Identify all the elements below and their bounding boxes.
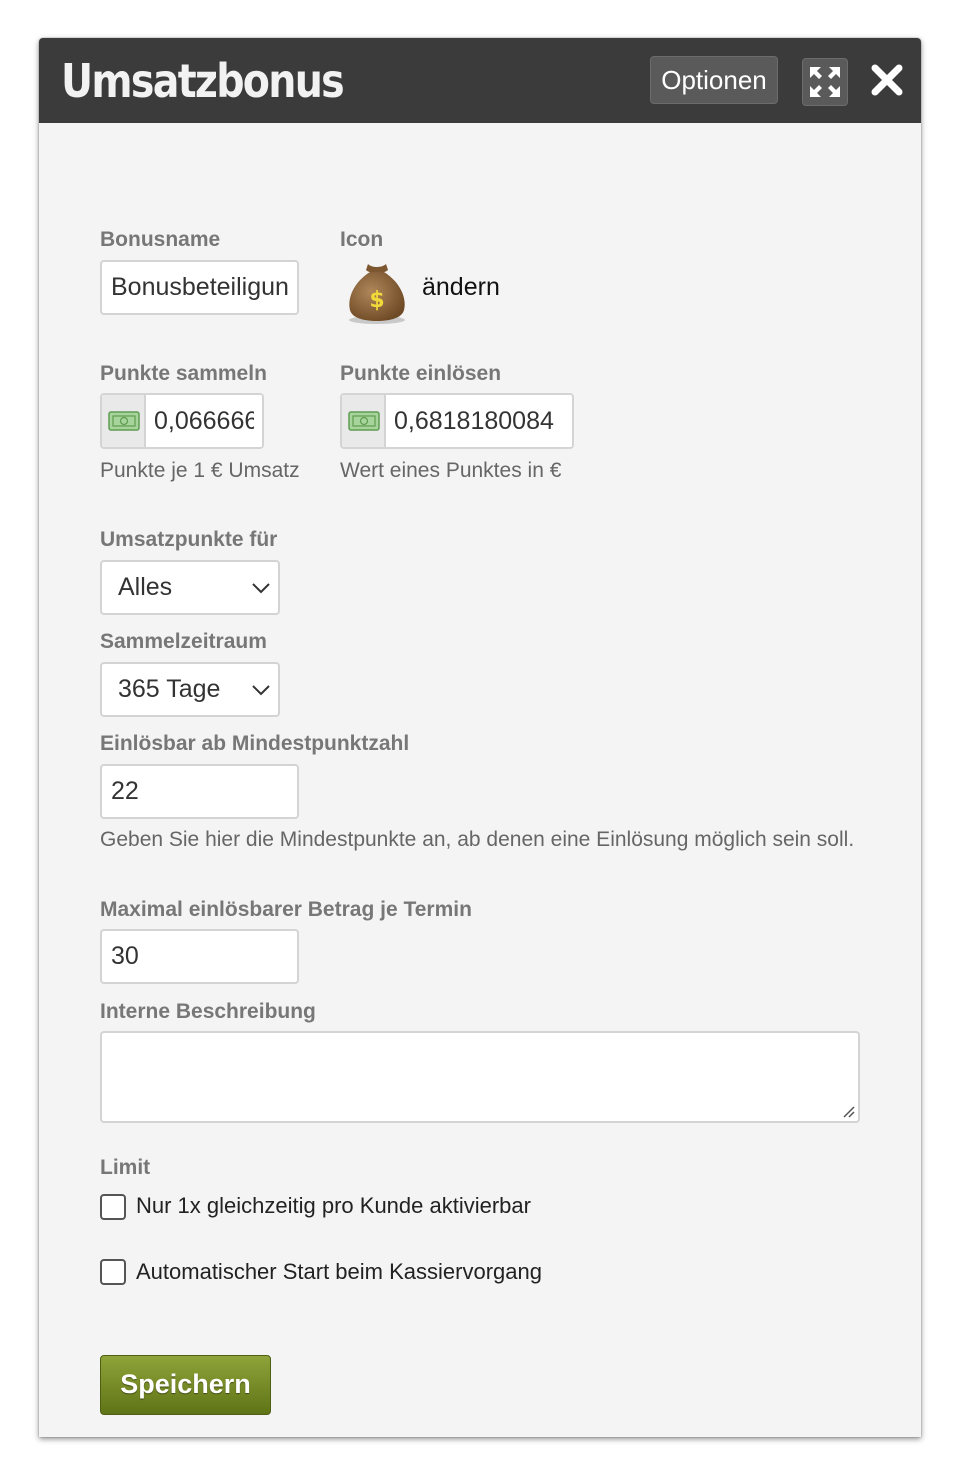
close-icon — [871, 64, 903, 96]
collection-period-select[interactable]: 365 Tage — [100, 662, 280, 717]
collection-period-label: Sammelzeitraum — [100, 630, 267, 653]
revenue-points-for-label: Umsatzpunkte für — [100, 528, 278, 551]
revenue-points-for-select[interactable]: Alles — [100, 560, 280, 615]
change-icon-link[interactable]: ändern — [422, 273, 500, 302]
banknote-icon — [108, 411, 140, 431]
collect-points-addon — [102, 395, 146, 447]
chevron-down-icon — [252, 685, 270, 696]
once-per-customer-label[interactable]: Nur 1x gleichzeitig pro Kunde aktivierba… — [136, 1193, 531, 1219]
bonus-dialog: Umsatzbonus Optionen Bonusname Icon — [39, 38, 921, 1437]
once-per-customer-checkbox[interactable] — [100, 1194, 126, 1220]
money-bag-icon[interactable]: $ — [344, 260, 410, 331]
banknote-icon — [348, 411, 380, 431]
dialog-title: Umsatzbonus — [61, 54, 345, 108]
redeem-points-help: Wert eines Punktes in € — [340, 459, 562, 482]
save-button[interactable]: Speichern — [100, 1355, 271, 1415]
auto-start-checkbox[interactable] — [100, 1259, 126, 1285]
dialog-titlebar: Umsatzbonus Optionen — [39, 38, 921, 123]
revenue-points-for-value: Alles — [118, 573, 173, 601]
chevron-down-icon — [252, 583, 270, 594]
internal-description-label: Interne Beschreibung — [100, 1000, 316, 1023]
options-button[interactable]: Optionen — [650, 56, 778, 104]
close-button[interactable] — [867, 60, 907, 100]
min-points-input[interactable] — [100, 764, 299, 819]
bonus-name-label: Bonusname — [100, 228, 221, 251]
collect-points-group — [100, 393, 264, 449]
auto-start-label[interactable]: Automatischer Start beim Kassiervorgang — [136, 1259, 542, 1285]
collect-points-input[interactable] — [146, 395, 262, 447]
redeem-points-group — [340, 393, 574, 449]
min-points-label: Einlösbar ab Mindestpunktzahl — [100, 732, 410, 755]
redeem-points-input[interactable] — [386, 395, 572, 447]
svg-text:$: $ — [369, 288, 384, 313]
dialog-content: Bonusname Icon $ ändern Punkte sammeln — [39, 123, 921, 1437]
max-amount-input[interactable] — [100, 929, 299, 984]
min-points-help: Geben Sie hier die Mindestpunkte an, ab … — [100, 828, 855, 851]
redeem-points-addon — [342, 395, 386, 447]
maximize-icon — [810, 67, 840, 97]
collection-period-value: 365 Tage — [118, 675, 221, 703]
limit-label: Limit — [100, 1156, 151, 1179]
redeem-points-label: Punkte einlösen — [340, 362, 502, 385]
maximize-button[interactable] — [802, 58, 848, 106]
resize-handle-icon[interactable] — [840, 1103, 856, 1119]
collect-points-label: Punkte sammeln — [100, 362, 267, 385]
bonus-name-input[interactable] — [100, 260, 299, 315]
icon-label: Icon — [340, 228, 384, 251]
collect-points-help: Punkte je 1 € Umsatz — [100, 459, 300, 482]
internal-description-textarea[interactable] — [100, 1031, 860, 1123]
max-amount-label: Maximal einlösbarer Betrag je Termin — [100, 898, 472, 921]
